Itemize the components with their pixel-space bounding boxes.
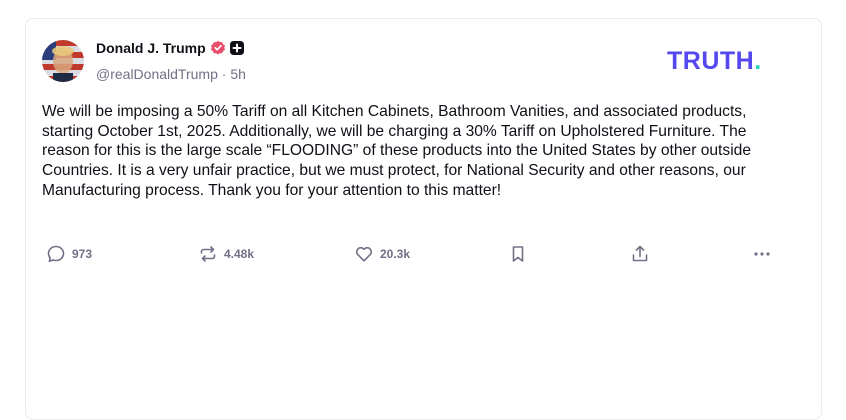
meta-separator: · (221, 66, 227, 82)
post-card: Donald J. Trump @realDonaldTrump · 5h TR… (25, 18, 822, 420)
like-button[interactable]: 20.3k (354, 242, 410, 266)
verified-badge-icon (210, 40, 226, 56)
logo-text: TRUTH (667, 47, 755, 75)
reply-icon (47, 245, 65, 263)
post-text: We will be imposing a 50% Tariff on all … (42, 103, 751, 199)
bookmark-button[interactable] (508, 242, 528, 266)
like-count: 20.3k (380, 247, 411, 261)
author-name[interactable]: Donald J. Trump (96, 40, 206, 56)
author-meta: @realDonaldTrump · 5h (96, 66, 246, 82)
retruth-button[interactable]: 4.48k (198, 242, 254, 266)
heart-icon (355, 246, 373, 262)
avatar[interactable] (42, 40, 84, 82)
post-time[interactable]: 5h (230, 66, 246, 82)
reply-button[interactable]: 973 (46, 242, 92, 266)
logo-dot: . (754, 47, 762, 75)
author-row: Donald J. Trump (96, 40, 244, 56)
more-button[interactable] (752, 242, 772, 266)
retruth-count: 4.48k (224, 247, 255, 261)
bookmark-icon (512, 246, 524, 262)
reply-count: 973 (72, 247, 93, 261)
more-icon (754, 252, 770, 256)
truth-logo[interactable]: TRUTH. (667, 47, 762, 76)
retruth-icon (200, 246, 216, 262)
share-icon (632, 245, 648, 262)
action-bar: 973 4.48k 20.3k (46, 242, 786, 266)
author-handle[interactable]: @realDonaldTrump (96, 66, 218, 82)
plus-badge-icon (229, 41, 244, 55)
share-button[interactable] (630, 242, 650, 266)
